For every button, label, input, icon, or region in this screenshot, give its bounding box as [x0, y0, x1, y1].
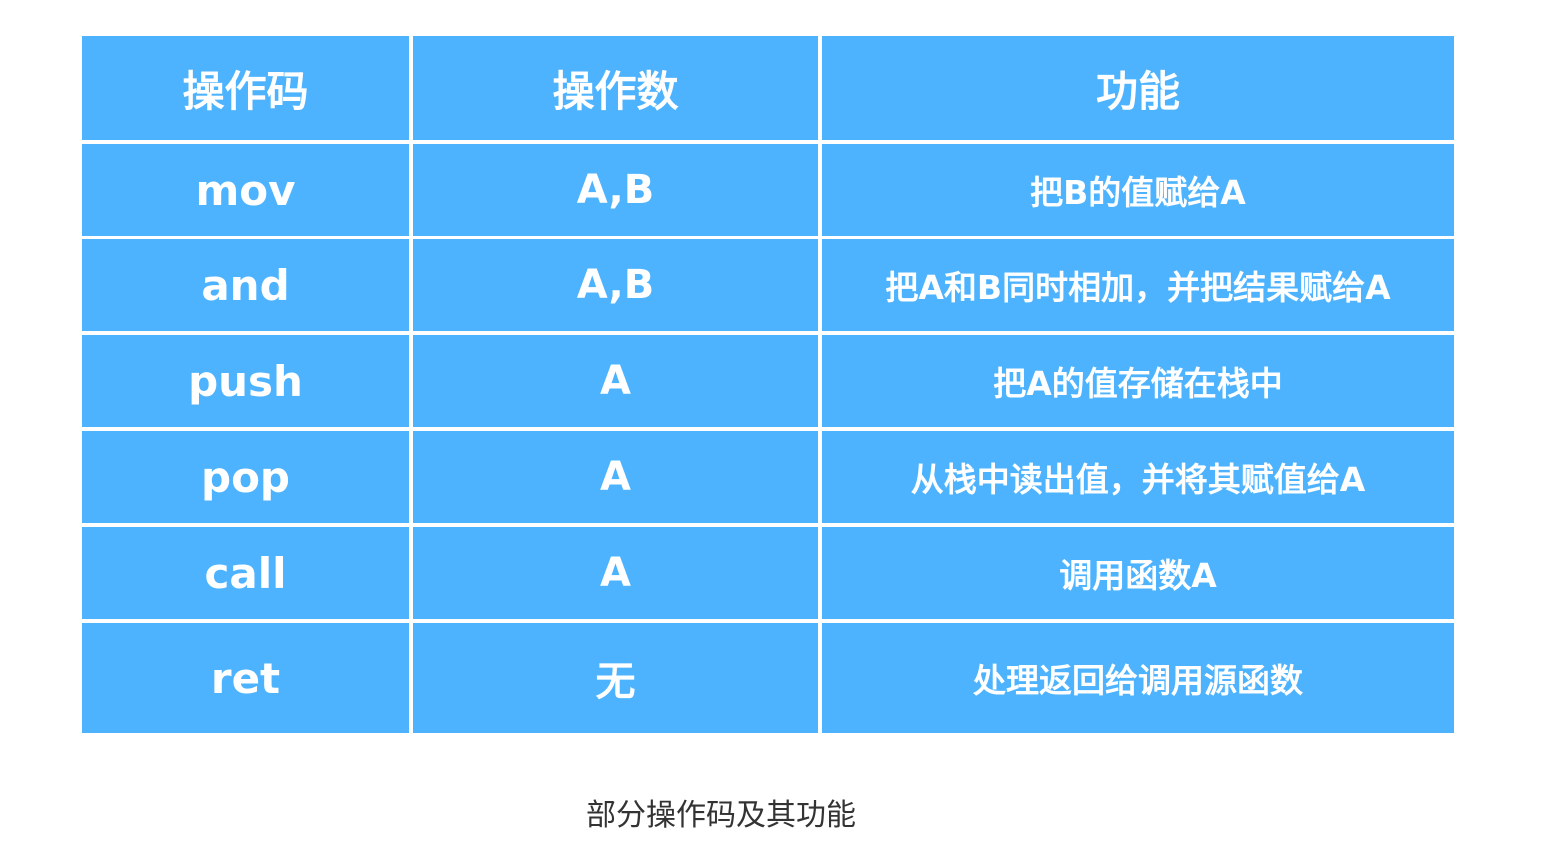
table-row: call A 调用函数A: [82, 527, 1454, 619]
operand-cell: 无: [413, 623, 818, 733]
function-cell: 把A的值存储在栈中: [822, 335, 1454, 427]
header-cell-function: 功能: [822, 36, 1454, 140]
opcode-cell: and: [82, 239, 409, 331]
table-row: ret 无 处理返回给调用源函数: [82, 623, 1454, 733]
operand-cell: A: [413, 431, 818, 523]
operand-cell: A,B: [413, 144, 818, 236]
operand-cell: A,B: [413, 239, 818, 331]
function-cell: 把A和B同时相加，并把结果赋给A: [822, 239, 1454, 331]
opcode-cell: call: [82, 527, 409, 619]
operand-cell: A: [413, 527, 818, 619]
table-header-row: 操作码 操作数 功能: [82, 36, 1454, 140]
table-row: and A,B 把A和B同时相加，并把结果赋给A: [82, 239, 1454, 331]
header-cell-operand: 操作数: [413, 36, 818, 140]
function-cell: 调用函数A: [822, 527, 1454, 619]
table-row: pop A 从栈中读出值，并将其赋值给A: [82, 431, 1454, 523]
opcode-cell: pop: [82, 431, 409, 523]
opcode-table: 操作码 操作数 功能 mov A,B 把B的值赋给A and A,B 把A和B同…: [82, 36, 1454, 733]
opcode-cell: ret: [82, 623, 409, 733]
table-caption: 部分操作码及其功能: [586, 798, 856, 833]
opcode-cell: mov: [82, 144, 409, 236]
table-row: push A 把A的值存储在栈中: [82, 335, 1454, 427]
header-cell-opcode: 操作码: [82, 36, 409, 140]
function-cell: 把B的值赋给A: [822, 144, 1454, 236]
function-cell: 处理返回给调用源函数: [822, 623, 1454, 733]
table-row: mov A,B 把B的值赋给A: [82, 144, 1454, 236]
operand-cell: A: [413, 335, 818, 427]
function-cell: 从栈中读出值，并将其赋值给A: [822, 431, 1454, 523]
opcode-cell: push: [82, 335, 409, 427]
